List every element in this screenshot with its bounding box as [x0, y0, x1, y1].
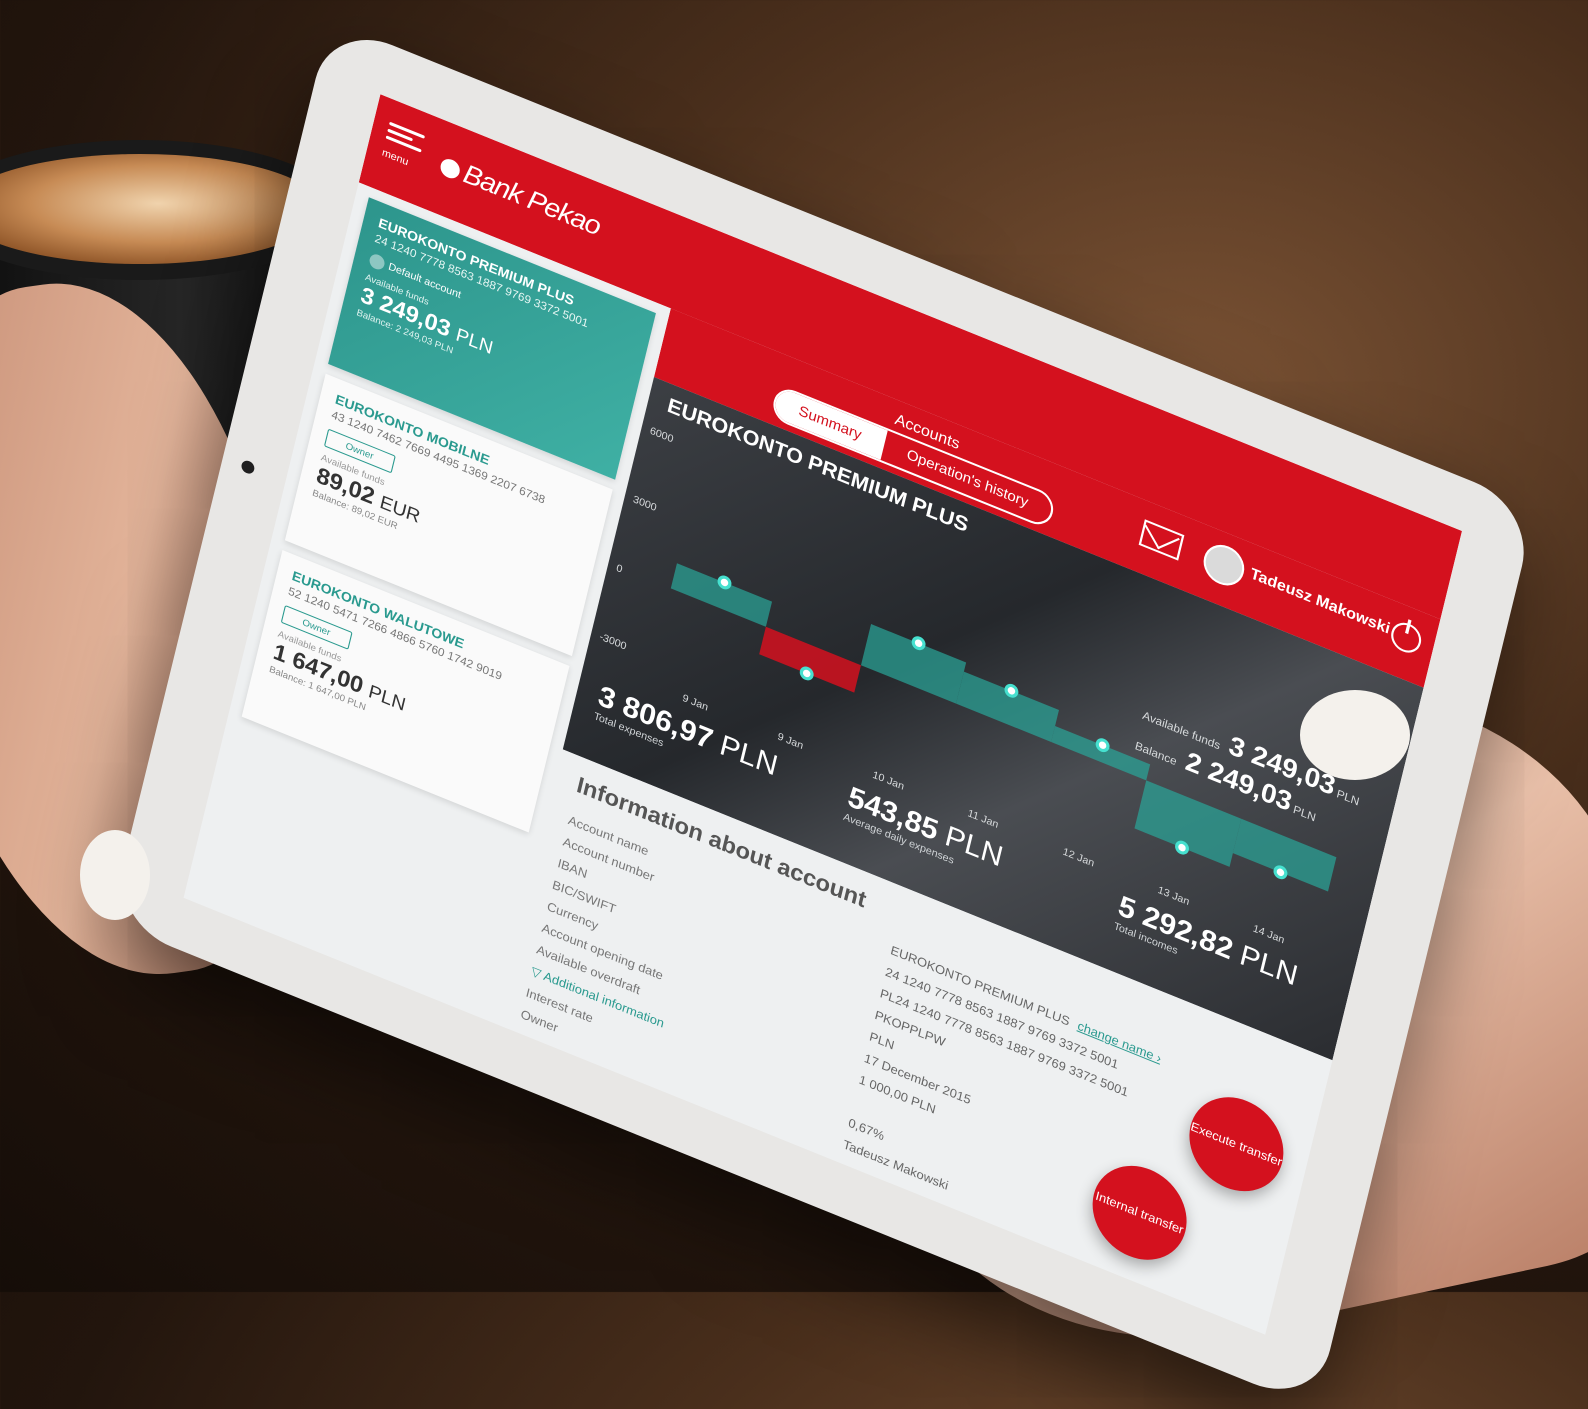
fingernail [1300, 690, 1410, 780]
x-tick-label: 9 Jan [681, 692, 709, 713]
menu-label: menu [380, 147, 410, 169]
x-tick-label: 12 Jan [1062, 846, 1096, 870]
chart-bar [860, 624, 967, 704]
chart-bar [759, 626, 861, 693]
available-funds-currency: PLN [1335, 787, 1361, 809]
fingernail [80, 830, 150, 920]
info-value: 24 1240 7778 8563 1887 9769 3372 5001 [883, 964, 1120, 1073]
info-value: Tadeusz Makowski [841, 1136, 950, 1193]
screen: menu Bank Pekao Accounts Summary Operati… [183, 94, 1463, 1335]
y-tick-label: 0 [615, 562, 624, 575]
chart-bar [956, 671, 1059, 743]
y-tick-label: 3000 [632, 494, 658, 514]
mail-icon[interactable] [1138, 519, 1185, 561]
chart-bar [1134, 780, 1242, 867]
brand-name: Bank Pekao [460, 157, 604, 242]
chart-bar [670, 563, 773, 627]
info-value: PLN [868, 1029, 896, 1053]
execute-transfer-button[interactable]: Execute transfer [1180, 1082, 1293, 1206]
info-label: Owner [519, 1006, 560, 1036]
x-tick-label: 9 Jan [776, 731, 804, 752]
check-icon [368, 252, 386, 272]
balance-currency: PLN [1291, 803, 1317, 825]
logo-icon [438, 156, 462, 182]
menu-button[interactable]: menu [380, 118, 426, 177]
y-tick-label: 6000 [649, 425, 675, 445]
power-icon[interactable] [1388, 618, 1425, 658]
camera [240, 458, 256, 476]
internal-transfer-button[interactable]: Internal transfer [1083, 1151, 1196, 1275]
y-tick-label: -3000 [598, 631, 627, 653]
info-label: IBAN [556, 855, 589, 882]
avatar[interactable] [1199, 538, 1249, 592]
